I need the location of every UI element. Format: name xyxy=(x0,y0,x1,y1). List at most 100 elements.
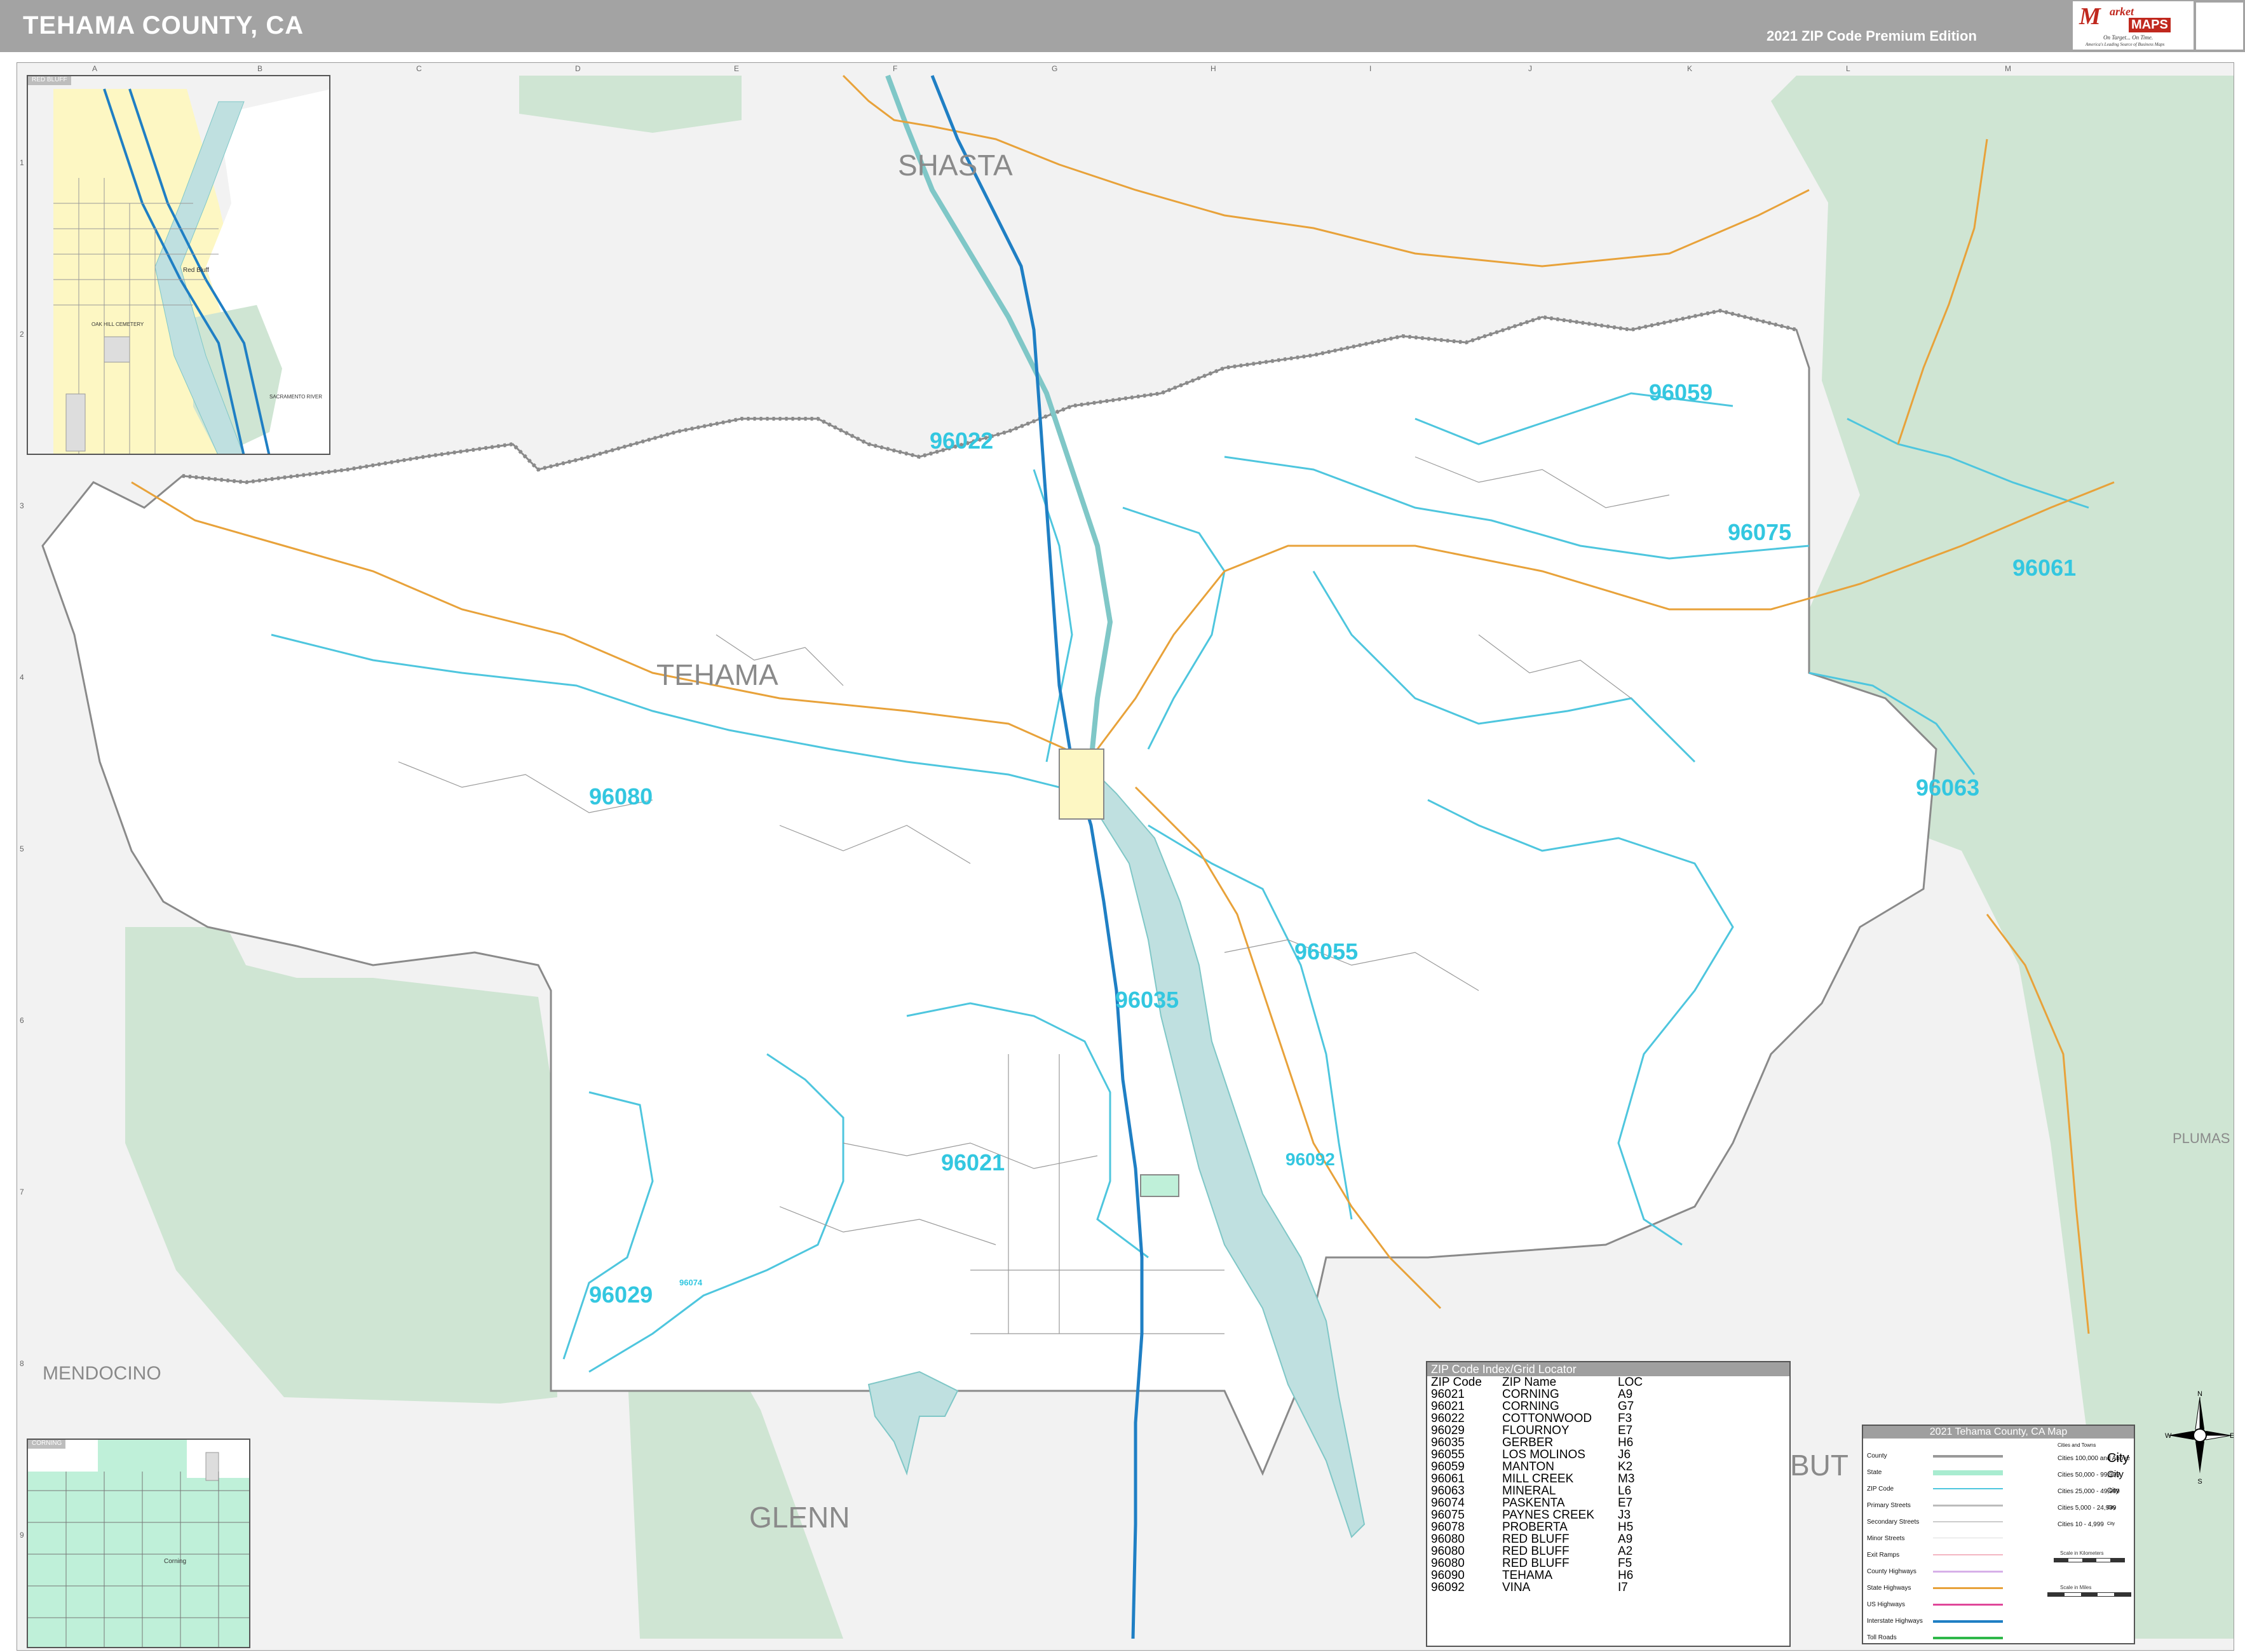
zip-index-header-loc: LOC xyxy=(1618,1376,1643,1389)
grid-col-b: B xyxy=(257,64,263,73)
zip-index-title: ZIP Code Index/Grid Locator xyxy=(1427,1362,1789,1376)
zip-loc-cell: G7 xyxy=(1618,1400,1634,1413)
legend-city-4-sym: City xyxy=(2107,1505,2116,1510)
inset-red-bluff-title: RED BLUFF xyxy=(28,76,71,85)
grid-col-e: E xyxy=(734,64,740,73)
zip-code-cell: 96080 xyxy=(1431,1533,1465,1546)
zip-index-header-code: ZIP Code xyxy=(1431,1376,1482,1389)
grid-row-2: 2 xyxy=(20,330,24,339)
basemap-svg xyxy=(41,74,2234,1639)
zip-loc-cell: J3 xyxy=(1618,1508,1631,1522)
grid-row-7: 7 xyxy=(20,1188,24,1196)
compass-w: W xyxy=(2165,1432,2172,1440)
legend-item-county: County xyxy=(1867,1452,1887,1459)
region-label-tehama: TEHAMA xyxy=(656,658,778,691)
grid-row-4: 4 xyxy=(20,673,24,682)
zip-loc-cell: A9 xyxy=(1618,1388,1633,1401)
zip-code-cell: 96074 xyxy=(1431,1496,1465,1510)
region-label-mendocino: MENDOCINO xyxy=(43,1363,161,1384)
table-row: 96080 RED BLUFF A9 xyxy=(1427,1533,1789,1545)
scale-km-label: Scale in Kilometers xyxy=(2060,1550,2104,1556)
table-row: 96055 LOS MOLINOS J6 xyxy=(1427,1449,1789,1461)
grid-row-1: 1 xyxy=(20,158,24,167)
logo-m: M xyxy=(2079,3,2101,30)
table-row: 96092 VINA I7 xyxy=(1427,1581,1789,1594)
zip-code-cell: 96061 xyxy=(1431,1472,1465,1486)
zip-label-96029[interactable]: 96029 xyxy=(589,1282,653,1308)
legend-item-state-hwy: State Highways xyxy=(1867,1585,1911,1592)
zip-label-96035[interactable]: 96035 xyxy=(1115,987,1179,1013)
zip-code-cell: 96078 xyxy=(1431,1520,1465,1534)
zip-code-cell: 96080 xyxy=(1431,1545,1465,1558)
inset-corning[interactable]: CORNING Corning xyxy=(27,1439,250,1648)
zip-code-cell: 96021 xyxy=(1431,1388,1465,1401)
grid-col-g: G xyxy=(1052,64,1058,73)
table-row: 96080 RED BLUFF F5 xyxy=(1427,1557,1789,1569)
legend-swatch-secondary xyxy=(1933,1521,2003,1522)
table-row: 96021 CORNING G7 xyxy=(1427,1400,1789,1412)
grid-row-8: 8 xyxy=(20,1359,24,1368)
zip-label-96080[interactable]: 96080 xyxy=(589,783,653,810)
table-row: 96061 MILL CREEK M3 xyxy=(1427,1473,1789,1485)
zip-label-96059[interactable]: 96059 xyxy=(1649,379,1713,406)
table-row: 96029 FLOURNOY E7 xyxy=(1427,1425,1789,1437)
zip-index-header-row: ZIP Code ZIP Name LOC xyxy=(1427,1376,1789,1388)
zip-code-cell: 96080 xyxy=(1431,1557,1465,1570)
grid-col-m: M xyxy=(2005,64,2011,73)
market-maps-logo[interactable]: M arket MAPS On Target... On Time. Ameri… xyxy=(2073,1,2194,50)
zip-code-cell: 96022 xyxy=(1431,1412,1465,1425)
zip-index-table: ZIP Code Index/Grid Locator ZIP Code ZIP… xyxy=(1426,1361,1791,1647)
legend-item-state: State xyxy=(1867,1469,1882,1476)
legend-city-2-sym: City xyxy=(2107,1469,2124,1480)
table-row: 96080 RED BLUFF A2 xyxy=(1427,1545,1789,1557)
zip-name-cell: RED BLUFF xyxy=(1502,1545,1570,1558)
region-label-glenn: GLENN xyxy=(749,1501,850,1534)
zip-code-cell: 96029 xyxy=(1431,1424,1465,1437)
logo-maps: MAPS xyxy=(2129,18,2171,32)
zip-label-96063[interactable]: 96063 xyxy=(1916,775,1979,801)
red-bluff-city xyxy=(1059,748,1104,820)
zip-code-cell: 96092 xyxy=(1431,1581,1465,1594)
legend-swatch-county xyxy=(1933,1455,2003,1458)
legend-city-1-sym: City xyxy=(2107,1451,2129,1465)
table-row: 96090 TEHAMA H6 xyxy=(1427,1569,1789,1581)
table-row: 96059 MANTON K2 xyxy=(1427,1461,1789,1473)
zip-loc-cell: E7 xyxy=(1618,1424,1633,1437)
zip-loc-cell: E7 xyxy=(1618,1496,1633,1510)
zip-loc-cell: H6 xyxy=(1618,1436,1634,1449)
zip-index-header-name: ZIP Name xyxy=(1502,1376,1557,1389)
legend-swatch-state-hwy xyxy=(1933,1587,2003,1589)
zip-name-cell: PASKENTA xyxy=(1502,1496,1565,1510)
zip-label-96055[interactable]: 96055 xyxy=(1294,938,1358,965)
zip-label-96075[interactable]: 96075 xyxy=(1728,519,1791,546)
grid-row-6: 6 xyxy=(20,1016,24,1025)
zip-label-96022[interactable]: 96022 xyxy=(930,428,993,454)
zip-name-cell: GERBER xyxy=(1502,1436,1554,1449)
logo-tagline: On Target... On Time. xyxy=(2103,34,2153,41)
zip-label-96061[interactable]: 96061 xyxy=(2012,555,2076,581)
zip-name-cell: VINA xyxy=(1502,1581,1531,1594)
map-canvas[interactable]: A B C D E F G H I J K L M 1 2 3 4 5 6 7 … xyxy=(17,62,2234,1651)
grid-col-k: K xyxy=(1687,64,1693,73)
zip-loc-cell: M3 xyxy=(1618,1472,1635,1486)
inset-corning-city-label: Corning xyxy=(164,1558,187,1565)
zip-code-cell: 96075 xyxy=(1431,1508,1465,1522)
zip-name-cell: COTTONWOOD xyxy=(1502,1412,1592,1425)
zip-code-cell: 96035 xyxy=(1431,1436,1465,1449)
zip-code-cell: 96055 xyxy=(1431,1448,1465,1461)
zip-label-96092[interactable]: 96092 xyxy=(1285,1149,1335,1170)
zip-loc-cell: A9 xyxy=(1618,1533,1633,1546)
zip-code-cell: 96090 xyxy=(1431,1569,1465,1582)
grid-row-9: 9 xyxy=(20,1531,24,1540)
inset-red-bluff[interactable]: RED BLUFF Red Bluff OAK HILL CEMETERY SA… xyxy=(27,75,330,455)
zip-code-cell: 96063 xyxy=(1431,1484,1465,1498)
legend-item-toll: Toll Roads xyxy=(1867,1634,1897,1641)
edition-label: 2021 ZIP Code Premium Edition xyxy=(1767,28,1977,44)
grid-col-i: I xyxy=(1369,64,1372,73)
inset-red-bluff-cemetery-label: OAK HILL CEMETERY xyxy=(92,322,144,327)
zip-loc-cell: F3 xyxy=(1618,1412,1632,1425)
zip-label-96074[interactable]: 96074 xyxy=(679,1278,702,1287)
zip-label-96021[interactable]: 96021 xyxy=(941,1149,1005,1176)
table-row: 96063 MINERAL L6 xyxy=(1427,1485,1789,1497)
table-row: 96021 CORNING A9 xyxy=(1427,1388,1789,1400)
